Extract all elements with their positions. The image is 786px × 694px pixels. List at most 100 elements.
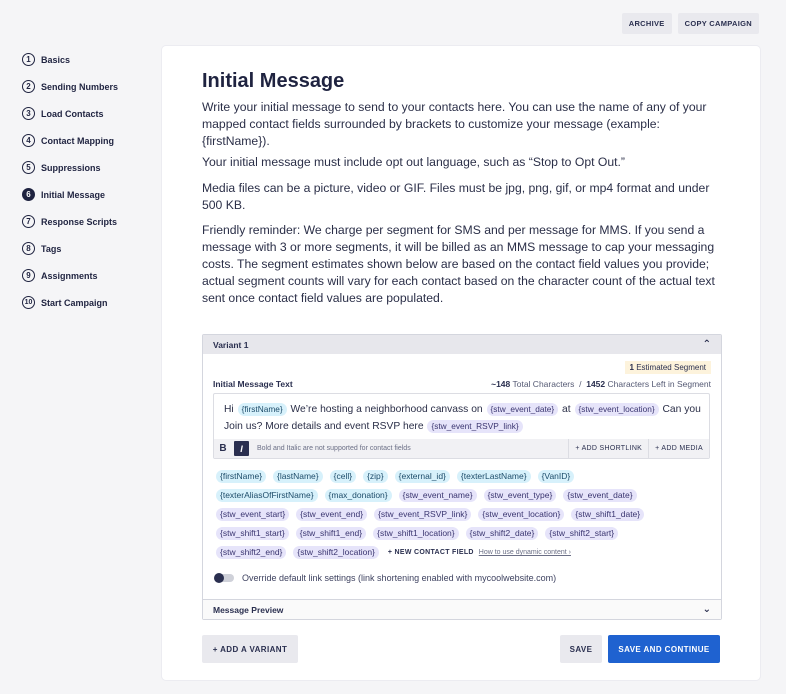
variant-title: Variant 1 (213, 339, 249, 350)
save-button[interactable]: SAVE (560, 635, 602, 663)
contact-field-tag[interactable]: {max_donation} (324, 489, 392, 502)
new-contact-field-button[interactable]: + NEW CONTACT FIELD (388, 549, 474, 556)
step-number-icon: 3 (22, 107, 35, 120)
contact-field-tag[interactable]: {stw_shift1_start} (216, 527, 289, 540)
sidebar-step[interactable]: 3 Load Contacts (22, 100, 162, 127)
step-label: Suppressions (41, 162, 101, 173)
message-text[interactable]: Hi {firstName} We’re hosting a neighborh… (224, 401, 704, 435)
add-shortlink-button[interactable]: + ADD SHORTLINK (568, 439, 648, 458)
contact-field-tag[interactable]: {lastName} (273, 470, 323, 483)
contact-field-tag[interactable]: {firstName} (216, 470, 267, 483)
contact-field-tag[interactable]: {stw_event_type} (483, 489, 557, 502)
contact-field-tag[interactable]: {texterLastName} (456, 470, 531, 483)
archive-button[interactable]: ARCHIVE (621, 13, 672, 34)
add-media-button[interactable]: + ADD MEDIA (648, 439, 709, 458)
media-paragraph: Media files can be a picture, video or G… (202, 181, 710, 212)
contact-field-tag[interactable]: {stw_event_start} (216, 508, 290, 521)
editor-toolbar: B I Bold and Italic are not supported fo… (214, 439, 709, 458)
chevron-down-icon: ⌄ (702, 604, 711, 615)
character-counts: ~148 Total Characters / 1452 Characters … (491, 379, 711, 389)
message-text-segment: Hi (224, 404, 237, 415)
opt-out-paragraph: Your initial message must include opt ou… (202, 155, 625, 169)
contact-field-tag[interactable]: {stw_shift1_location} (373, 527, 459, 540)
top-actions: ARCHIVE COPY CAMPAIGN (621, 13, 759, 34)
contact-field-tag[interactable]: {stw_shift1_date} (571, 508, 645, 521)
override-toggle[interactable] (214, 572, 234, 583)
contact-field-tag[interactable]: {stw_event_location} (478, 508, 565, 521)
contact-field-tag[interactable]: {stw_event_date} (563, 489, 637, 502)
left-chars: 1452 (586, 379, 606, 389)
contact-field-tag[interactable]: {stw_shift2_start} (545, 527, 619, 540)
inline-field-chip[interactable]: {stw_event_date} (486, 403, 559, 416)
contact-field-tag[interactable]: {VanID} (537, 470, 575, 483)
step-number-icon: 4 (22, 134, 35, 147)
step-number-icon: 9 (22, 269, 35, 282)
count-separator: / (579, 379, 582, 389)
variant-header[interactable]: Variant 1 ⌃ (203, 335, 721, 354)
sidebar-step[interactable]: 8 Tags (22, 235, 162, 262)
total-chars: ~148 (491, 379, 511, 389)
intro-paragraph: Write your initial message to send to yo… (202, 100, 707, 148)
message-editor[interactable]: Hi {firstName} We’re hosting a neighborh… (213, 393, 710, 459)
step-number-icon: 8 (22, 242, 35, 255)
bold-button[interactable]: B (214, 439, 232, 458)
step-number-icon: 1 (22, 53, 35, 66)
tag-row: {stw_shift2_end} {stw_shift2_location} + N… (215, 543, 710, 562)
contact-field-tag[interactable]: {texterAliasOfFirstName} (216, 489, 318, 502)
sidebar-step[interactable]: 7 Response Scripts (22, 208, 162, 235)
contact-field-tag[interactable]: {stw_shift2_location} (293, 546, 379, 559)
sidebar-step[interactable]: 2 Sending Numbers (22, 73, 162, 100)
page-title: Initial Message (202, 70, 345, 92)
inline-field-chip[interactable]: {firstName} (237, 403, 287, 416)
segment-badge: 1 Estimated Segment (624, 361, 711, 374)
variant-panel: Variant 1 ⌃ 1 Estimated Segment Initial … (202, 334, 722, 620)
step-label: Start Campaign (41, 297, 108, 308)
dynamic-content-help-link[interactable]: How to use dynamic content › (479, 549, 571, 556)
override-label: Override default link settings (link sho… (242, 573, 557, 583)
contact-field-tag[interactable]: {stw_shift2_end} (216, 546, 287, 559)
step-label: Sending Numbers (41, 81, 119, 92)
step-label: Tags (41, 243, 62, 254)
message-preview-label: Message Preview (213, 604, 284, 615)
contact-field-tag[interactable]: {stw_event_end} (296, 508, 368, 521)
main-card: Initial Message Write your initial messa… (162, 46, 760, 680)
segment-count: 1 (629, 363, 634, 372)
contact-field-tag[interactable]: {external_id} (394, 470, 450, 483)
tag-row: {stw_shift1_start} {stw_shift1_end} {stw_s… (215, 524, 710, 543)
contact-field-tag[interactable]: {cell} (329, 470, 357, 483)
contact-field-tag[interactable]: {zip} (363, 470, 388, 483)
tag-row: {stw_event_start} {stw_event_end} {stw_eve… (215, 505, 710, 524)
formatting-note: Bold and Italic are not supported for co… (257, 445, 411, 452)
reminder-paragraph: Friendly reminder: We charge per segment… (202, 223, 715, 305)
sidebar-step[interactable]: 5 Suppressions (22, 154, 162, 181)
italic-button[interactable]: I (234, 441, 249, 456)
sidebar-step[interactable]: 9 Assignments (22, 262, 162, 289)
step-label: Assignments (41, 270, 98, 281)
inline-field-chip[interactable]: {stw_event_RSVP_link} (427, 420, 523, 433)
message-preview-toggle[interactable]: Message Preview ⌄ (203, 599, 721, 619)
contact-field-tags: {firstName} {lastName} {cell} {zip} {externa… (215, 467, 710, 562)
contact-field-tag[interactable]: {stw_shift2_date} (465, 527, 539, 540)
step-number-icon: 2 (22, 80, 35, 93)
contact-field-tag[interactable]: {stw_event_name} (398, 489, 477, 502)
add-variant-button[interactable]: + ADD A VARIANT (202, 635, 298, 663)
step-label: Contact Mapping (41, 135, 114, 146)
copy-campaign-button[interactable]: COPY CAMPAIGN (677, 13, 759, 34)
step-number-icon: 10 (22, 296, 35, 309)
total-chars-label: Total Characters (512, 379, 575, 389)
left-chars-label: Characters Left in Segment (607, 379, 711, 389)
inline-field-chip[interactable]: {stw_event_location} (574, 403, 659, 416)
sidebar-step[interactable]: 6 Initial Message (22, 181, 162, 208)
sidebar-step[interactable]: 1 Basics (22, 46, 162, 73)
step-number-icon: 6 (22, 188, 35, 201)
contact-field-tag[interactable]: {stw_event_RSVP_link} (374, 508, 472, 521)
contact-field-tag[interactable]: {stw_shift1_end} (295, 527, 367, 540)
chevron-up-icon[interactable]: ⌃ (703, 339, 711, 350)
steps-sidebar: 1 Basics 2 Sending Numbers 3 Load Contacts 4 Co… (22, 46, 162, 316)
step-number-icon: 5 (22, 161, 35, 174)
step-number-icon: 7 (22, 215, 35, 228)
save-and-continue-button[interactable]: SAVE AND CONTINUE (608, 635, 720, 663)
tag-row: {texterAliasOfFirstName} {max_donation} {s… (215, 486, 710, 505)
sidebar-step[interactable]: 10 Start Campaign (22, 289, 162, 316)
sidebar-step[interactable]: 4 Contact Mapping (22, 127, 162, 154)
